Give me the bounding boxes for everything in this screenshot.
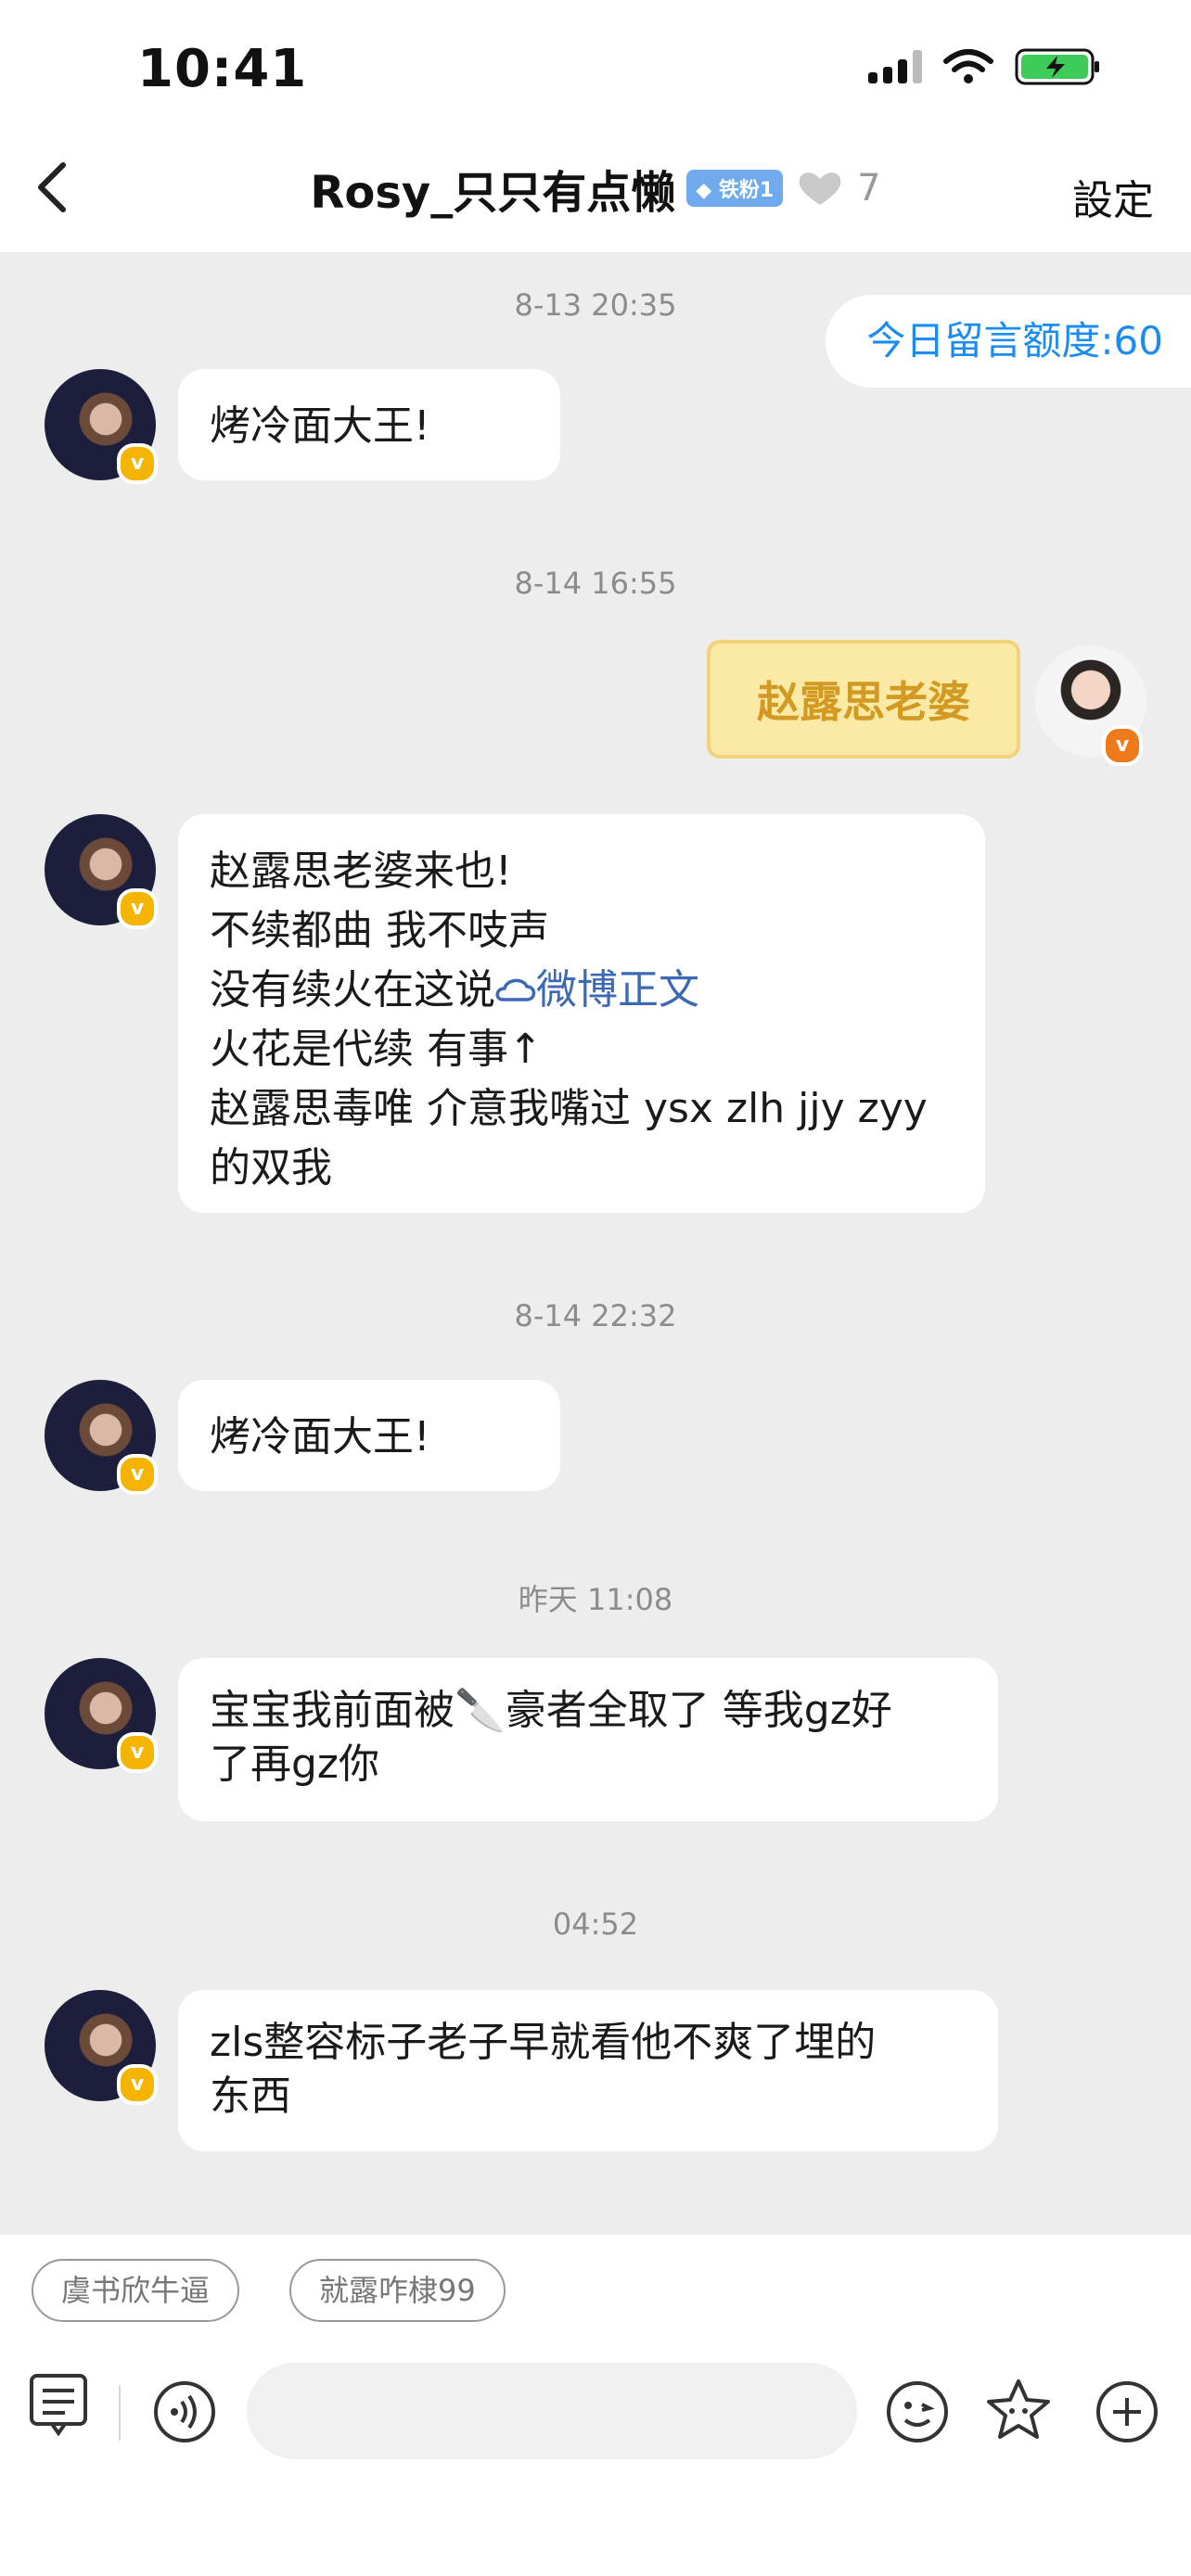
message-line: zls整容标子老子早就看他不爽了埋的 — [210, 2019, 877, 2066]
status-time: 10:41 — [137, 39, 308, 99]
weibo-link-icon — [495, 978, 536, 1001]
message-text: 烤冷面大王! — [210, 402, 430, 450]
chat-title: Rosy_只只有点懒 — [310, 167, 676, 219]
message-bubble[interactable]: 烤冷面大王! — [178, 369, 560, 480]
heart-count: 7 — [857, 167, 881, 210]
verified-badge-icon: v — [1102, 725, 1143, 766]
fan-badge: ◆ 铁粉1 — [686, 170, 784, 207]
add-icon[interactable] — [1095, 2379, 1159, 2444]
weibo-link[interactable]: 微博正文 — [495, 966, 699, 1014]
cellular-signal-icon — [868, 50, 922, 83]
divider — [119, 2385, 121, 2441]
message-bubble[interactable]: 赵露思老婆来也! 不续都曲 我不吱声 没有续火在这说 微博正文 火花是代续 有事↑… — [178, 814, 985, 1213]
verified-badge-icon: v — [117, 1732, 158, 1773]
menu-list-icon[interactable] — [28, 2372, 89, 2439]
timestamp: 04:52 — [552, 1906, 639, 1942]
sticker-star-icon[interactable] — [983, 2376, 1054, 2446]
message-line: 火花是代续 有事↑ — [210, 1026, 543, 1073]
message-line: 赵露思毒唯 介意我嘴过 ysx zlh jjy zyy — [210, 1085, 928, 1132]
timestamp: 8-14 22:32 — [514, 1298, 677, 1333]
quick-reply-chip[interactable]: 虞书欣牛逼 — [32, 2259, 240, 2322]
status-icons — [868, 46, 1102, 87]
message-bubble[interactable]: 宝宝我前面被🔪豪者全取了 等我gz好 了再gz你 — [178, 1658, 998, 1821]
timestamp: 8-14 16:55 — [514, 566, 677, 601]
chat-title-bar: Rosy_只只有点懒 ◆ 铁粉1 7 — [0, 156, 1191, 221]
verified-badge-icon: v — [117, 2064, 158, 2105]
message-line: 不续都曲 我不吱声 — [210, 907, 549, 954]
message-text: 烤冷面大王! — [210, 1413, 430, 1460]
message-line: 的双我 — [210, 1144, 332, 1192]
message-line: 东西 — [210, 2072, 291, 2120]
timestamp: 8-13 20:35 — [514, 287, 677, 323]
message-line: 宝宝我前面被🔪豪者全取了 等我gz好 — [210, 1687, 892, 1734]
sticker-text: 赵露思老婆 — [757, 677, 970, 727]
quick-reply-chip[interactable]: 就露咋棣99 — [289, 2259, 506, 2322]
timestamp: 昨天 11:08 — [518, 1582, 673, 1617]
settings-button[interactable]: 設定 — [1072, 167, 1154, 226]
sticker-message[interactable]: 赵露思老婆 — [707, 640, 1020, 759]
verified-badge-icon: v — [117, 1454, 158, 1495]
wifi-icon — [943, 49, 993, 83]
emoji-icon[interactable] — [885, 2379, 950, 2444]
message-input[interactable] — [247, 2363, 857, 2459]
message-bubble[interactable]: 烤冷面大王! — [178, 1380, 560, 1491]
heart-icon — [799, 172, 841, 205]
message-line: 没有续火在这说 微博正文 — [210, 966, 699, 1014]
message-line: 赵露思老婆来也! — [210, 848, 512, 895]
battery-charging-icon — [1015, 48, 1099, 85]
verified-badge-icon: v — [117, 888, 158, 929]
message-bubble[interactable]: zls整容标子老子早就看他不爽了埋的 东西 — [178, 1990, 998, 2151]
verified-badge-icon: v — [117, 443, 158, 484]
message-line: 了再gz你 — [210, 1741, 380, 1788]
voice-icon[interactable] — [152, 2379, 217, 2444]
